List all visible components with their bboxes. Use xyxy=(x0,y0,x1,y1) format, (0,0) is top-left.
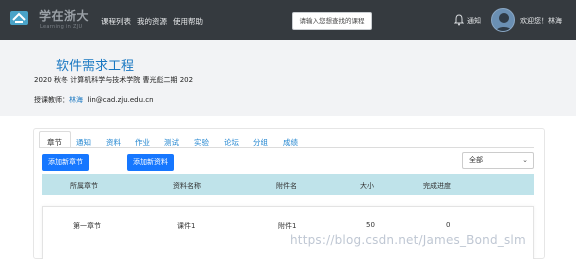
nav-link-help[interactable]: 使用帮助 xyxy=(173,16,203,27)
top-navbar: 学在浙大 Learning in ZJU 课程列表 我的资源 使用帮助 请输入您… xyxy=(0,0,576,40)
teacher-email: lin@cad.zju.edu.cn xyxy=(87,96,154,104)
welcome-text[interactable]: 欢迎您！林海 xyxy=(520,16,562,26)
avatar[interactable] xyxy=(491,8,515,32)
chevron-down-icon: ⌄ xyxy=(522,156,528,164)
course-teacher-line: 授课教师：林海 lin@cad.zju.edu.cn xyxy=(34,95,154,105)
tab-notices[interactable]: 通知 xyxy=(76,137,91,148)
notice-link[interactable]: 通知 xyxy=(467,16,481,26)
cell-progress: 0 xyxy=(446,221,451,229)
course-title: 软件需求工程 xyxy=(56,59,135,74)
tab-groups[interactable]: 分组 xyxy=(253,137,268,148)
column-header-size: 大小 xyxy=(360,182,374,190)
course-header: 软件需求工程 2020 秋冬 计算机科学与技术学院 曹光彪二期 202 授课教师… xyxy=(0,40,576,116)
logo-subtitle: Learning in ZJU xyxy=(40,24,83,30)
logo-icon[interactable] xyxy=(8,7,30,29)
watermark: https://blog.csdn.net/James_Bond_slm xyxy=(290,233,526,247)
tab-grades[interactable]: 成绩 xyxy=(283,137,298,148)
cell-size: 50 xyxy=(366,221,375,229)
tab-tests[interactable]: 测试 xyxy=(164,137,179,148)
tab-materials[interactable]: 资料 xyxy=(106,137,121,148)
filter-selected-value: 全部 xyxy=(469,156,483,164)
cell-chapter: 第一章节 xyxy=(73,222,101,230)
cell-material-name[interactable]: 课件1 xyxy=(177,221,195,231)
tab-experiments[interactable]: 实验 xyxy=(194,137,209,148)
add-material-button[interactable]: 添加新资料 xyxy=(127,154,174,171)
filter-select[interactable]: 全部 ⌄ xyxy=(462,152,534,169)
teacher-name-link[interactable]: 林海 xyxy=(69,96,83,104)
nav-link-my-resources[interactable]: 我的资源 xyxy=(137,16,167,27)
nav-link-course-list[interactable]: 课程列表 xyxy=(101,16,131,27)
cell-attachment[interactable]: 附件1 xyxy=(278,221,296,231)
column-header-progress: 完成进度 xyxy=(423,182,451,190)
bell-icon[interactable] xyxy=(454,14,464,26)
teacher-label: 授课教师： xyxy=(34,96,69,104)
course-meta: 2020 秋冬 计算机科学与技术学院 曹光彪二期 202 xyxy=(34,76,194,84)
tab-forum[interactable]: 论坛 xyxy=(224,137,239,148)
column-header-material-name: 资料名称 xyxy=(173,182,201,190)
add-chapter-button[interactable]: 添加新章节 xyxy=(42,154,89,171)
logo-title[interactable]: 学在浙大 xyxy=(39,7,89,24)
course-search-input[interactable]: 请输入您想查找的课程 xyxy=(292,12,372,30)
column-header-attachment: 附件名 xyxy=(276,182,297,190)
column-header-chapter: 所属章节 xyxy=(70,182,98,190)
tab-homework[interactable]: 作业 xyxy=(135,137,150,148)
tab-chapters[interactable]: 章节 xyxy=(47,137,62,148)
